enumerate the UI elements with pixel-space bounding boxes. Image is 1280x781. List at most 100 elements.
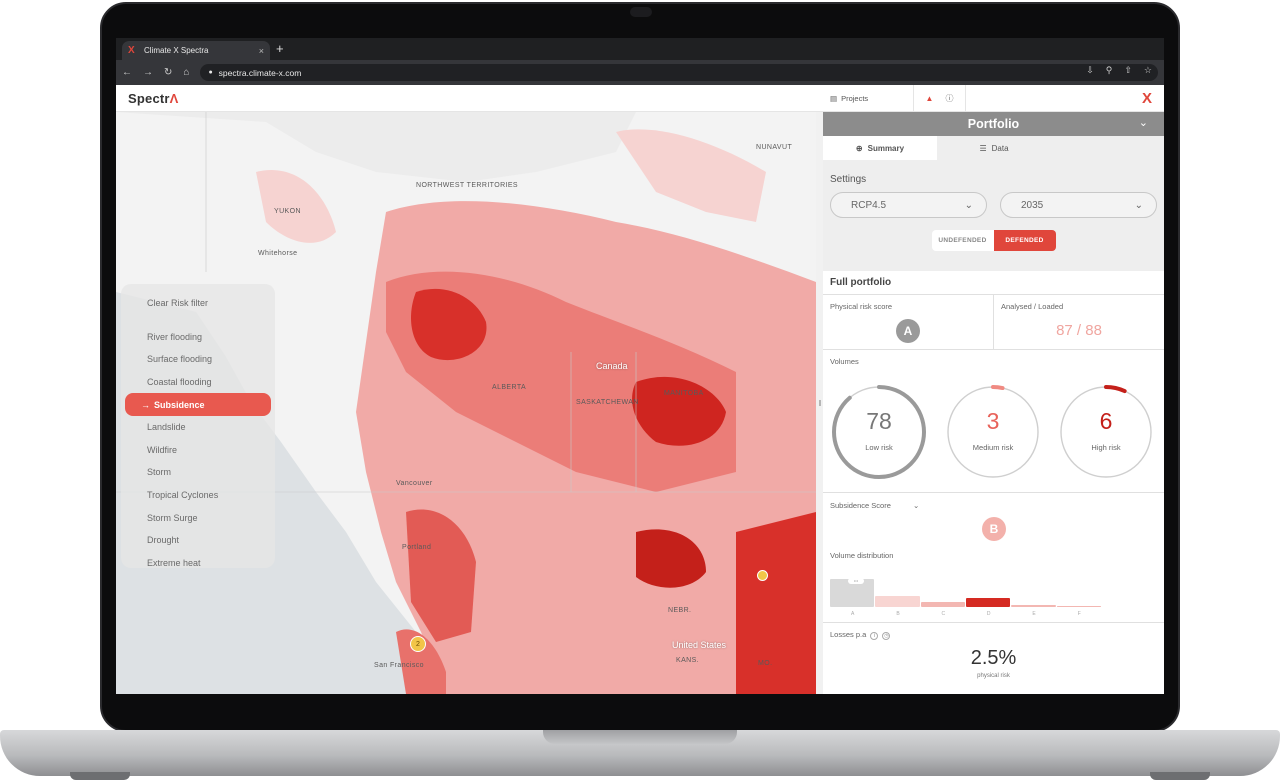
- defence-toggle: UNDEFENDED DEFENDED: [830, 230, 1157, 251]
- distribution-letter: B: [896, 611, 900, 617]
- spectra-logo[interactable]: SpectrΛ: [128, 91, 179, 106]
- plus-circle-icon: ⊕: [855, 143, 863, 153]
- map-label: Vancouver: [396, 480, 433, 487]
- volume-ring: 6 High risk: [1056, 382, 1156, 482]
- settings-section: Settings RCP4.5 ⌄ 2035 ⌄ UNDEFENDED DEFEND…: [823, 160, 1164, 271]
- climate-x-logo-icon: X: [128, 44, 135, 56]
- map-label: NEBR.: [668, 607, 692, 614]
- projects-button[interactable]: ▤ Projects: [816, 84, 914, 112]
- volume-distribution-chart: ••• A B C D E F: [830, 577, 1102, 617]
- bookmark-share-icon[interactable]: ⇧: [1124, 65, 1132, 76]
- risk-grade-badge: A: [896, 319, 920, 343]
- panel-tabs: ⊕ Summary ☰ Data: [823, 136, 1164, 160]
- projects-label: Projects: [841, 93, 869, 103]
- map-label: Whitehorse: [258, 250, 298, 257]
- toolbar-icons: ▲ ⓘ: [914, 84, 966, 112]
- losses-subtitle: physical risk: [977, 673, 1010, 679]
- url-field[interactable]: ● spectra.climate-x.com: [200, 64, 1158, 81]
- losses-value: 2.5%: [970, 647, 1017, 669]
- filter-storm-surge[interactable]: Storm Surge: [121, 506, 275, 529]
- ring-value: 3: [986, 408, 1000, 434]
- chevron-down-icon: ⌄: [964, 199, 973, 211]
- climate-x-logo[interactable]: X: [1142, 90, 1152, 107]
- scenario-select[interactable]: RCP4.5 ⌄: [830, 192, 987, 218]
- ring-value: 6: [1099, 408, 1113, 434]
- distribution-bar: [1011, 605, 1056, 607]
- distribution-letter: F: [1077, 611, 1081, 617]
- defended-toggle[interactable]: DEFENDED: [993, 230, 1056, 251]
- map-label: MANITOBA: [664, 390, 704, 397]
- star-icon[interactable]: ☆: [1144, 65, 1152, 76]
- filter-wildfire[interactable]: Wildfire: [121, 439, 275, 462]
- risk-map[interactable]: NUNAVUT NORTHWEST TERRITORIES YUKON Whit…: [116, 112, 816, 694]
- settings-title: Settings: [830, 174, 867, 185]
- info-icon[interactable]: i: [870, 632, 879, 640]
- chevron-down-icon[interactable]: ⌄: [1139, 116, 1148, 129]
- tab-summary[interactable]: ⊕ Summary: [823, 136, 937, 160]
- distribution-bar: [875, 596, 920, 607]
- undefended-toggle[interactable]: UNDEFENDED: [931, 230, 994, 251]
- analysed-loaded: Analysed / Loaded 87 / 88: [993, 295, 1163, 349]
- tab-title: Climate X Spectra: [144, 46, 209, 55]
- year-select[interactable]: 2035 ⌄: [1000, 192, 1157, 218]
- filter-subsidence[interactable]: → Subsidence: [125, 393, 271, 416]
- filter-storm[interactable]: Storm: [121, 461, 275, 484]
- distribution-bar: [1056, 606, 1101, 607]
- physical-risk-score: Physical risk score A: [823, 295, 993, 349]
- score-row: Physical risk score A Analysed / Loaded …: [823, 295, 1164, 350]
- full-portfolio-title: Full portfolio: [823, 271, 1164, 295]
- volumes-section: Volumes 78 Low risk 3 Medium risk 6 High risk: [823, 350, 1164, 493]
- map-label-country: Canada: [596, 361, 628, 371]
- filter-landslide[interactable]: Landslide: [121, 416, 275, 439]
- forward-arrow-icon[interactable]: →: [143, 67, 153, 78]
- laptop-foot-right: [1150, 772, 1210, 780]
- clear-risk-filter[interactable]: Clear Risk filter: [121, 292, 275, 315]
- map-label: ALBERTA: [492, 384, 527, 391]
- map-label-country: United States: [672, 640, 727, 650]
- zoom-icon[interactable]: ⚲: [1106, 65, 1113, 76]
- app: SpectrΛ NUNAVUT NORTHWEST TERRITORIES YU…: [116, 84, 1164, 694]
- map-label: KANS.: [676, 657, 700, 664]
- map-label: San Francisco: [374, 662, 424, 669]
- distribution-letter: D: [986, 611, 991, 617]
- distribution-tag: •••: [848, 578, 864, 584]
- app-header: SpectrΛ: [116, 85, 816, 112]
- browser-tab[interactable]: X Climate X Spectra ×: [122, 41, 270, 60]
- distribution-letter: C: [941, 611, 946, 617]
- camera-notch: [630, 7, 652, 17]
- help-icon[interactable]: ⓘ: [945, 93, 953, 104]
- subsidence-score-select[interactable]: Subsidence Score ⌄: [830, 501, 919, 510]
- filter-extreme-heat[interactable]: Extreme heat: [121, 552, 275, 575]
- map-label: NUNAVUT: [756, 144, 793, 151]
- chevron-down-icon: ⌄: [912, 501, 920, 510]
- megaphone-icon[interactable]: ▲: [926, 94, 934, 103]
- map-location-marker[interactable]: [757, 570, 768, 581]
- ring-label: High risk: [1091, 443, 1121, 452]
- filter-drought[interactable]: Drought: [121, 529, 275, 552]
- tab-data[interactable]: ☰ Data: [937, 136, 1051, 160]
- filter-tropical-cyclones[interactable]: Tropical Cyclones: [121, 484, 275, 507]
- clock-icon[interactable]: ◷: [882, 632, 891, 640]
- filter-river-flooding[interactable]: River flooding: [121, 326, 275, 349]
- distribution-bar: [966, 598, 1011, 607]
- home-icon[interactable]: ⌂: [183, 67, 189, 78]
- close-tab-icon[interactable]: ×: [259, 46, 264, 56]
- share-icon[interactable]: ⇩: [1086, 65, 1094, 76]
- filter-surface-flooding[interactable]: Surface flooding: [121, 348, 275, 371]
- laptop-base-notch: [543, 730, 737, 744]
- volume-ring: 78 Low risk: [829, 382, 929, 482]
- screen: X Climate X Spectra × + ← → ↻ ⌂ ● spectr…: [116, 38, 1164, 694]
- map-label: YUKON: [274, 208, 301, 215]
- map-cluster-marker[interactable]: 2: [410, 636, 426, 652]
- folder-icon: ▤: [830, 93, 838, 103]
- reload-icon[interactable]: ↻: [164, 67, 172, 78]
- portfolio-header[interactable]: Portfolio ⌄: [823, 112, 1164, 136]
- url-actions: ⇩ ⚲ ⇧ ☆: [1086, 65, 1152, 76]
- app-toolbar: ▤ Projects ▲ ⓘ X: [816, 84, 1164, 112]
- new-tab-button[interactable]: +: [276, 41, 284, 57]
- map-label: NORTHWEST TERRITORIES: [416, 182, 519, 189]
- subsidence-section: Subsidence Score ⌄ B Volume distribution…: [823, 493, 1164, 623]
- back-arrow-icon[interactable]: ←: [122, 67, 132, 78]
- arrow-right-icon: →: [141, 399, 150, 410]
- filter-coastal-flooding[interactable]: Coastal flooding: [121, 371, 275, 394]
